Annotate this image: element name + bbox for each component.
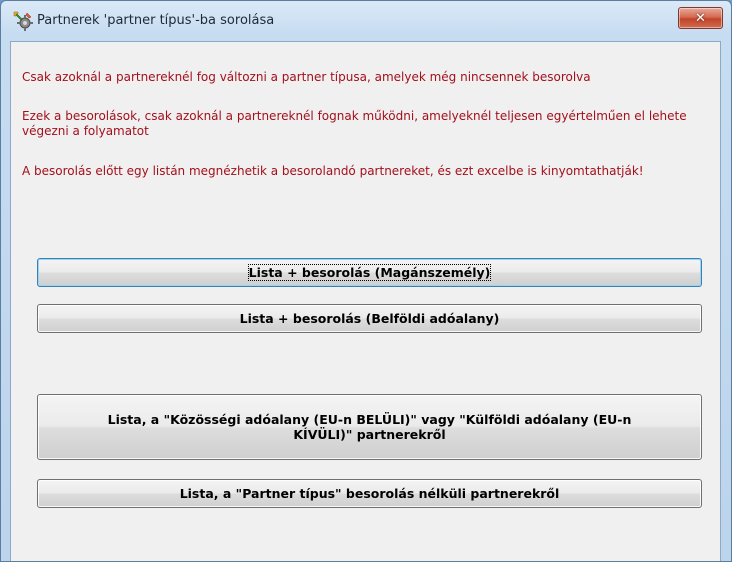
close-icon: ✕ [695,10,706,26]
button-label: Lista, a "Közösségi adóalany (EU-n BELÜL… [107,412,632,442]
list-classify-private-person-button[interactable]: Lista + besorolás (Magánszemély) [37,258,702,287]
list-classify-domestic-taxpayer-button[interactable]: Lista + besorolás (Belföldi adóalany) [37,304,702,333]
info-text-3: A besorolás előtt egy listán megnézhetik… [22,164,644,178]
dialog-window: Partnerek 'partner típus'-ba sorolása ✕ … [0,0,732,562]
info-text-2: Ezek a besorolások, csak azoknál a partn… [22,109,687,138]
title-bar[interactable]: Partnerek 'partner típus'-ba sorolása ✕ [1,1,731,41]
gear-wrench-icon [13,11,33,31]
button-label: Lista + besorolás (Magánszemély) [247,264,492,281]
window-title: Partnerek 'partner típus'-ba sorolása [37,13,275,28]
list-eu-foreign-taxpayers-button[interactable]: Lista, a "Közösségi adóalany (EU-n BELÜL… [37,394,702,460]
close-button[interactable]: ✕ [678,7,723,29]
info-text-1: Csak azoknál a partnereknél fog változni… [22,70,591,84]
button-label: Lista + besorolás (Belföldi adóalany) [239,311,500,326]
dialog-content: Csak azoknál a partnereknél fog változni… [10,41,721,561]
button-label: Lista, a "Partner típus" besorolás nélkü… [179,486,560,501]
list-unclassified-partners-button[interactable]: Lista, a "Partner típus" besorolás nélkü… [37,479,702,508]
